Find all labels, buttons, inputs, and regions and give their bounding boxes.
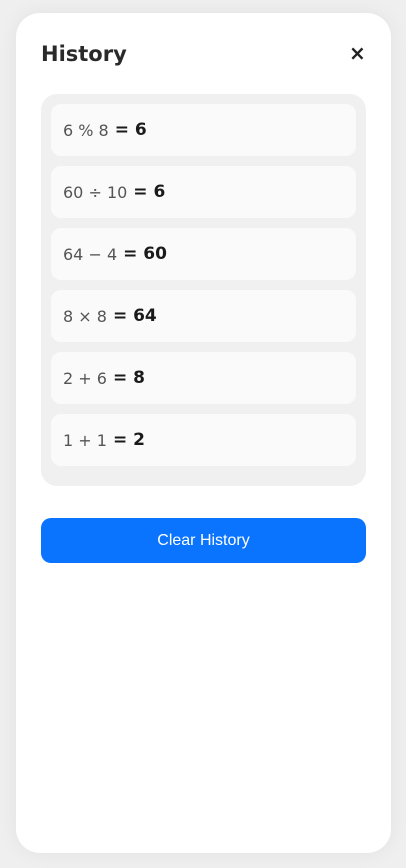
list-item[interactable]: 60 ÷ 10 = 6 (51, 166, 356, 218)
expression: 1 + 1 (63, 430, 107, 450)
result: = 8 (112, 368, 145, 388)
list-item[interactable]: 8 × 8 = 64 (51, 290, 356, 342)
list-item[interactable]: 2 + 6 = 8 (51, 352, 356, 404)
expression: 2 + 6 (63, 368, 107, 388)
list-item[interactable]: 6 % 8 = 6 (51, 104, 356, 156)
result: = 6 (114, 120, 147, 140)
clear-history-button[interactable]: Clear History (41, 518, 366, 563)
expression: 64 − 4 (63, 244, 118, 264)
close-icon[interactable]: × (349, 41, 366, 65)
result: = 60 (123, 244, 167, 264)
history-list: 6 % 8 = 6 60 ÷ 10 = 6 64 − 4 = 60 8 × 8 = 64… (41, 94, 366, 486)
list-item[interactable]: 1 + 1 = 2 (51, 414, 356, 466)
expression: 6 % 8 (63, 120, 109, 140)
expression: 60 ÷ 10 (63, 182, 128, 202)
result: = 64 (112, 306, 157, 326)
list-item[interactable]: 64 − 4 = 60 (51, 228, 356, 280)
result: = 2 (112, 430, 145, 450)
expression: 8 × 8 (63, 306, 107, 326)
result: = 6 (133, 182, 166, 202)
page-title: History (41, 42, 127, 66)
history-panel: History × 6 % 8 = 6 60 ÷ 10 = 6 64 − 4 = 60… (16, 13, 391, 853)
